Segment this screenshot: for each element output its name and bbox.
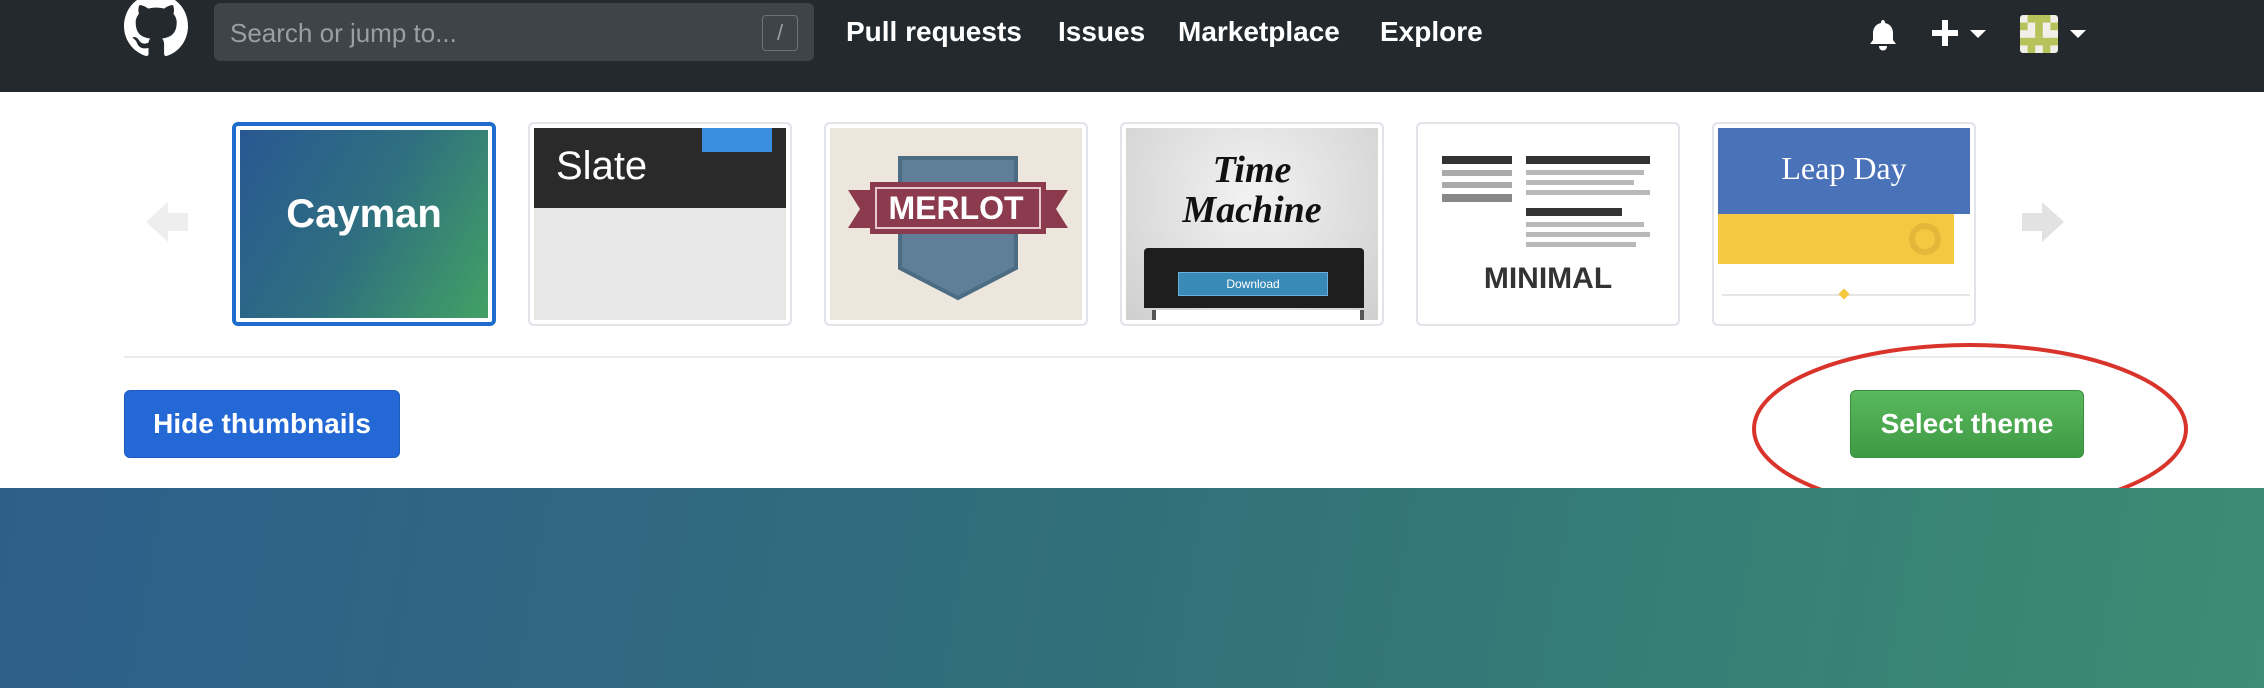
hide-thumbnails-button[interactable]: Hide thumbnails — [124, 390, 400, 458]
time-machine-paper — [1152, 310, 1364, 320]
nav-marketplace[interactable]: Marketplace — [1178, 12, 1340, 52]
previous-arrow-icon[interactable] — [144, 196, 190, 248]
theme-thumbnail-cayman[interactable]: Cayman — [232, 122, 496, 326]
theme-thumbnail-minimal[interactable]: MINIMAL — [1416, 122, 1680, 326]
leap-day-octocat-icon — [1909, 223, 1941, 255]
github-logo-icon[interactable] — [124, 0, 188, 60]
theme-thumbnail-leap-day[interactable]: Leap Day — [1712, 122, 1976, 326]
theme-thumbnail-merlot[interactable]: MERLOT — [824, 122, 1088, 326]
theme-thumbnail-time-machine[interactable]: Time Machine Download — [1120, 122, 1384, 326]
user-menu-dropdown[interactable] — [2018, 12, 2088, 56]
notifications-bell-icon[interactable] — [1868, 18, 1898, 52]
slate-accent-block — [702, 128, 772, 152]
global-header: / Pull requests Issues Marketplace Explo… — [0, 0, 2264, 92]
theme-label-minimal: MINIMAL — [1483, 262, 1613, 295]
leap-day-diamond — [1838, 288, 1850, 300]
search-shortcut-key: / — [762, 15, 798, 51]
avatar — [2020, 15, 2058, 53]
select-theme-button[interactable]: Select theme — [1850, 390, 2084, 458]
nav-pull-requests[interactable]: Pull requests — [846, 12, 1022, 52]
section-divider — [124, 356, 2084, 358]
nav-explore[interactable]: Explore — [1380, 12, 1483, 52]
theme-label-merlot: MERLOT — [888, 190, 1024, 226]
theme-label-slate: Slate — [556, 144, 648, 188]
time-machine-download-button: Download — [1178, 272, 1328, 296]
theme-label-line-2: Machine — [1182, 189, 1322, 231]
create-new-dropdown[interactable] — [1930, 12, 1994, 56]
chevron-down-icon — [1970, 30, 1986, 38]
next-arrow-icon[interactable] — [2020, 196, 2066, 248]
theme-label-cayman: Cayman — [286, 192, 442, 236]
theme-label-leap-day: Leap Day — [1781, 150, 1907, 186]
global-search: / — [214, 3, 814, 63]
page-hero-banner — [0, 488, 2264, 688]
chevron-down-icon — [2070, 30, 2086, 38]
search-input[interactable] — [228, 3, 752, 63]
minimal-lines-icon — [1442, 156, 1650, 247]
theme-label-time-machine: Time Machine — [1126, 150, 1378, 230]
nav-issues[interactable]: Issues — [1058, 12, 1145, 52]
theme-label-line-1: Time — [1212, 149, 1292, 191]
plus-icon — [1932, 20, 1958, 46]
theme-thumbnail-slate[interactable]: Slate — [528, 122, 792, 326]
